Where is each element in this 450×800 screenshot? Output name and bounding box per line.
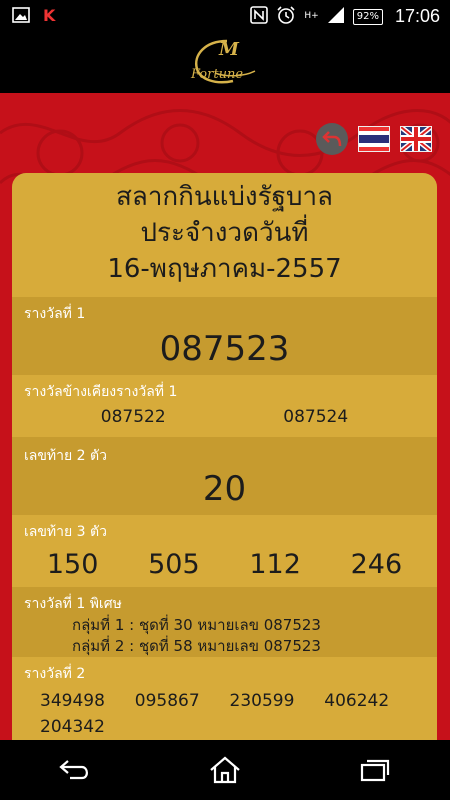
status-bar: K H+ 92% 17:06 bbox=[0, 0, 450, 33]
last-two-digits-section: เลขท้าย 2 ตัว 20 bbox=[12, 437, 437, 515]
navigation-bar bbox=[0, 740, 450, 800]
second-prize-number: 230599 bbox=[229, 691, 295, 711]
network-type: H+ bbox=[304, 11, 319, 21]
last-three-number: 505 bbox=[148, 549, 200, 580]
uk-flag-button[interactable] bbox=[399, 125, 433, 153]
nav-recent-apps-icon bbox=[360, 759, 390, 782]
thai-flag-icon bbox=[359, 127, 389, 151]
back-button[interactable] bbox=[316, 123, 348, 155]
first-prize-section: รางวัลที่ 1 087523 bbox=[12, 297, 437, 375]
special-prize-line: กลุ่มที่ 2 : ชุดที่ 58 หมายเลข 087523 bbox=[72, 637, 321, 655]
second-prize-number: 095867 bbox=[134, 691, 200, 711]
nav-recent-apps-button[interactable] bbox=[345, 750, 405, 790]
svg-text:K: K bbox=[43, 7, 56, 23]
last-three-number: 112 bbox=[249, 549, 301, 580]
nav-back-button[interactable] bbox=[45, 750, 105, 790]
k-app-icon: K bbox=[42, 6, 60, 27]
signal-icon bbox=[327, 6, 345, 27]
battery-level: 92% bbox=[356, 10, 379, 22]
battery-icon: 92% bbox=[352, 8, 383, 25]
title-line-2: ประจำงวดวันที่ bbox=[140, 218, 309, 248]
special-first-prize-section: รางวัลที่ 1 พิเศษ กลุ่มที่ 1 : ชุดที่ 30… bbox=[12, 587, 437, 657]
draw-date: 16-พฤษภาคม-2557 bbox=[107, 254, 342, 284]
nav-home-icon bbox=[210, 756, 240, 784]
title-line-1: สลากกินแบ่งรัฐบาล bbox=[116, 182, 333, 212]
logo-letter: M bbox=[219, 39, 239, 60]
lottery-result-card: สลากกินแบ่งรัฐบาล ประจำงวดวันที่ 16-พฤษภ… bbox=[12, 173, 437, 740]
app-header: M Fortune bbox=[0, 33, 450, 93]
nav-home-button[interactable] bbox=[195, 750, 255, 790]
first-prize-label: รางวัลที่ 1 bbox=[24, 306, 86, 322]
second-prize-section: รางวัลที่ 2 349498 095867 230599 406242 … bbox=[12, 657, 437, 740]
uk-flag-icon bbox=[399, 125, 433, 153]
main-content: สลากกินแบ่งรัฐบาล ประจำงวดวันที่ 16-พฤษภ… bbox=[0, 93, 450, 740]
logo-word: Fortune bbox=[191, 67, 244, 82]
adjacent-prize-label: รางวัลข้างเคียงรางวัลที่ 1 bbox=[24, 384, 178, 400]
last-three-number: 246 bbox=[350, 549, 403, 580]
second-prize-number: 349498 bbox=[40, 691, 105, 711]
last-three-digits-section: เลขท้าย 3 ตัว 150 505 112 246 bbox=[12, 515, 437, 587]
card-title: สลากกินแบ่งรัฐบาล ประจำงวดวันที่ 16-พฤษภ… bbox=[12, 173, 437, 297]
nfc-icon bbox=[250, 6, 269, 27]
second-prize-number: 204342 bbox=[40, 717, 105, 737]
adjacent-number: 087522 bbox=[100, 407, 166, 427]
nav-back-icon bbox=[59, 760, 88, 780]
adjacent-number: 087524 bbox=[283, 407, 349, 427]
second-prize-label: รางวัลที่ 2 bbox=[24, 666, 86, 682]
last-three-number: 150 bbox=[46, 549, 99, 580]
second-prize-number: 406242 bbox=[324, 691, 390, 711]
top-controls bbox=[316, 123, 433, 155]
last-two-digits-number: 20 bbox=[202, 469, 247, 509]
special-prize-label: รางวัลที่ 1 พิเศษ bbox=[24, 596, 122, 612]
back-arrow-icon bbox=[322, 131, 342, 147]
thai-flag-button[interactable] bbox=[358, 126, 390, 152]
last-three-digits-label: เลขท้าย 3 ตัว bbox=[24, 524, 107, 540]
special-prize-line: กลุ่มที่ 1 : ชุดที่ 30 หมายเลข 087523 bbox=[72, 616, 321, 634]
adjacent-prize-section: รางวัลข้างเคียงรางวัลที่ 1 087522 087524 bbox=[12, 375, 437, 437]
fortune-logo: M Fortune bbox=[185, 37, 265, 89]
first-prize-number: 087523 bbox=[159, 329, 290, 369]
alarm-icon bbox=[276, 5, 296, 28]
gallery-icon bbox=[12, 6, 30, 27]
clock: 17:06 bbox=[394, 6, 440, 26]
last-two-digits-label: เลขท้าย 2 ตัว bbox=[24, 448, 107, 464]
